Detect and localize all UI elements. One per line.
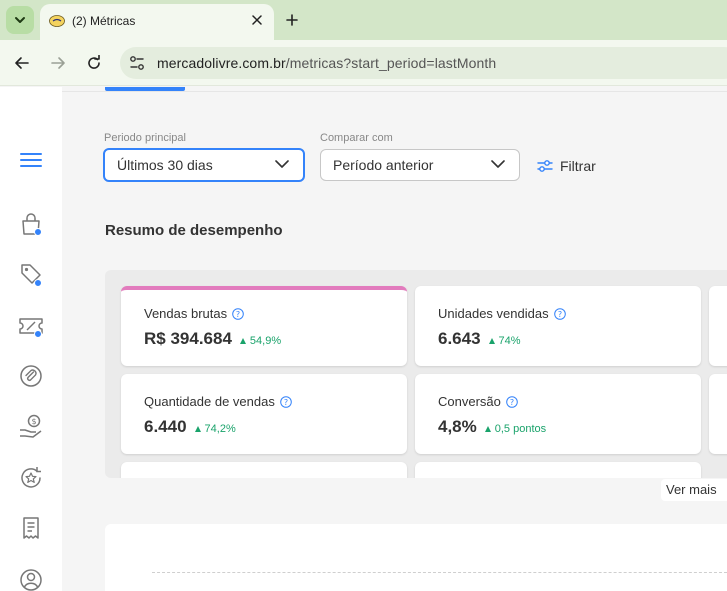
see-more-button[interactable]: Ver mais xyxy=(661,479,727,501)
browser-toolbar: mercadolivre.com.br/metricas?start_perio… xyxy=(0,40,727,86)
notification-dot xyxy=(34,228,42,236)
svg-text:$: $ xyxy=(31,417,36,426)
sidebar-item-anuncios[interactable] xyxy=(18,261,44,287)
primary-period-value: Últimos 30 dias xyxy=(117,157,213,173)
metric-card-vendas-brutas[interactable]: Vendas brutas ? R$ 394.684 54,9% xyxy=(121,286,407,366)
sliders-icon xyxy=(537,160,553,172)
browser-tab-bar: (2) Métricas xyxy=(0,0,727,40)
browser-tab[interactable]: (2) Métricas xyxy=(40,4,274,40)
tab-search-button[interactable] xyxy=(6,6,34,34)
metric-delta-text: 74,2% xyxy=(204,423,236,435)
metric-label-text: Vendas brutas xyxy=(144,306,228,321)
star-refresh-icon[interactable] xyxy=(18,465,44,491)
close-tab-icon[interactable] xyxy=(249,12,265,28)
svg-text:?: ? xyxy=(284,398,288,407)
up-triangle-icon xyxy=(484,426,491,432)
help-icon[interactable]: ? xyxy=(553,307,566,320)
metric-label-text: Quantidade de vendas xyxy=(144,394,275,409)
metric-value-row: 4,8% 0,5 pontos xyxy=(438,417,546,437)
clip-icon[interactable] xyxy=(18,363,44,389)
metric-delta: 74% xyxy=(488,335,521,347)
compare-select[interactable]: Período anterior xyxy=(320,149,520,181)
chevron-down-icon xyxy=(275,160,289,168)
money-hand-icon[interactable]: $ xyxy=(18,413,44,439)
metric-value-row: R$ 394.684 54,9% xyxy=(144,329,281,349)
page-content: $ Periodo principal Últimos 30 dias Comp… xyxy=(0,87,727,591)
metric-label: Vendas brutas ? xyxy=(144,306,244,321)
url-path: /metricas?start_period=lastMonth xyxy=(285,55,497,71)
notification-dot xyxy=(34,279,42,287)
site-settings-icon[interactable] xyxy=(128,54,146,72)
metric-card-unidades-vendidas[interactable]: Unidades vendidas ? 6.643 74% xyxy=(415,286,701,366)
help-icon[interactable]: ? xyxy=(280,395,292,408)
chevron-down-icon xyxy=(15,17,25,23)
metric-label: Unidades vendidas ? xyxy=(438,306,566,321)
help-icon[interactable]: ? xyxy=(506,395,518,408)
primary-period-select[interactable]: Últimos 30 dias xyxy=(103,148,305,182)
menu-icon[interactable] xyxy=(18,147,44,173)
metric-delta-text: 74% xyxy=(498,335,521,347)
metric-card-partial[interactable] xyxy=(709,374,727,454)
metrics-panel: Vendas brutas ? R$ 394.684 54,9% Unidade… xyxy=(105,270,727,478)
metric-delta-text: 0,5 pontos xyxy=(494,423,547,435)
metric-delta-text: 54,9% xyxy=(249,335,282,347)
metric-value: 6.643 xyxy=(438,329,481,348)
section-title: Resumo de desempenho xyxy=(105,222,283,239)
reload-icon[interactable] xyxy=(82,51,106,75)
notification-dot xyxy=(34,330,42,338)
metric-value-row: 6.643 74% xyxy=(438,329,521,349)
divider xyxy=(62,91,727,92)
metric-card-partial[interactable] xyxy=(709,286,727,366)
svg-text:?: ? xyxy=(510,398,514,407)
forward-arrow-icon[interactable] xyxy=(46,51,70,75)
metric-card-conversao[interactable]: Conversão ? 4,8% 0,5 pontos xyxy=(415,374,701,454)
mercadolivre-favicon-icon xyxy=(49,15,65,27)
chart-card xyxy=(105,524,727,591)
url-host: mercadolivre.com.br xyxy=(157,55,286,71)
sidebar-item-vendas[interactable] xyxy=(18,211,44,237)
up-triangle-icon xyxy=(239,338,246,344)
metric-card-quantidade-vendas[interactable]: Quantidade de vendas ? 6.440 74,2% xyxy=(121,374,407,454)
compare-value: Período anterior xyxy=(333,157,434,173)
metric-value: 6.440 xyxy=(144,417,187,436)
metric-delta: 0,5 pontos xyxy=(484,423,547,435)
new-tab-icon[interactable] xyxy=(282,10,302,30)
primary-period-label: Periodo principal xyxy=(104,132,186,144)
user-icon[interactable] xyxy=(18,567,44,591)
metric-label: Conversão ? xyxy=(438,394,518,409)
metric-card-hidden xyxy=(415,462,701,478)
receipt-icon[interactable] xyxy=(18,515,44,541)
svg-text:?: ? xyxy=(557,310,561,319)
compare-label: Comparar com xyxy=(320,132,393,144)
metric-value: 4,8% xyxy=(438,417,477,436)
metric-label-text: Unidades vendidas xyxy=(438,306,549,321)
url-text: mercadolivre.com.br/metricas?start_perio… xyxy=(157,55,496,71)
up-triangle-icon xyxy=(194,426,201,432)
help-icon[interactable]: ? xyxy=(232,307,244,320)
tab-title: (2) Métricas xyxy=(72,14,136,28)
metric-label: Quantidade de vendas ? xyxy=(144,394,292,409)
sidebar-item-promocoes[interactable] xyxy=(18,313,44,339)
metric-value: R$ 394.684 xyxy=(144,329,232,348)
chevron-down-icon xyxy=(491,160,505,168)
address-bar[interactable]: mercadolivre.com.br/metricas?start_perio… xyxy=(120,47,727,79)
metric-card-hidden xyxy=(121,462,407,478)
up-triangle-icon xyxy=(488,338,495,344)
metric-label-text: Conversão xyxy=(438,394,501,409)
filter-button[interactable]: Filtrar xyxy=(537,156,596,176)
svg-text:?: ? xyxy=(236,310,240,319)
metric-value-row: 6.440 74,2% xyxy=(144,417,236,437)
chart-gridline xyxy=(152,572,727,573)
metric-delta: 74,2% xyxy=(194,423,236,435)
back-arrow-icon[interactable] xyxy=(10,51,34,75)
metric-delta: 54,9% xyxy=(239,335,282,347)
sidebar: $ xyxy=(0,87,62,591)
filter-button-label: Filtrar xyxy=(560,158,596,174)
